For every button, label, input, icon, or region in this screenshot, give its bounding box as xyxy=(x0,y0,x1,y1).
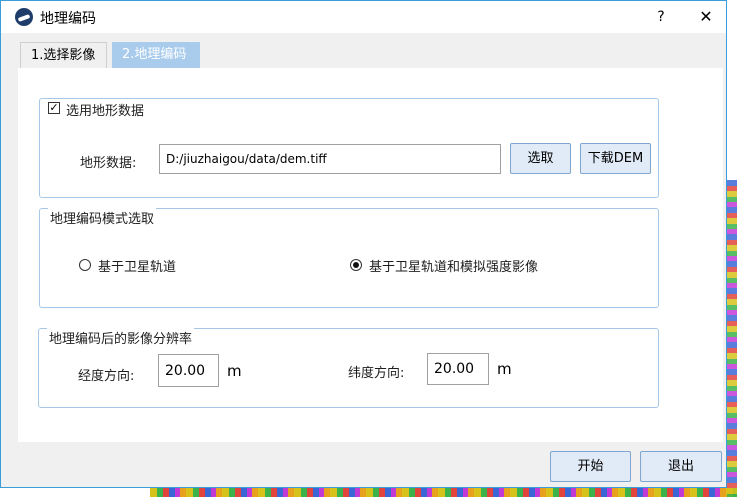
window-title: 地理编码 xyxy=(40,11,96,27)
exit-button[interactable]: 退出 xyxy=(640,451,722,482)
lon-input[interactable] xyxy=(158,354,219,387)
radio-orbit-simulated[interactable] xyxy=(350,259,362,271)
background-image-edge xyxy=(727,180,737,497)
mode-select-group: 地理编码模式选取 基于卫星轨道 基于卫星轨道和模拟强度影像 xyxy=(39,208,659,308)
terrain-field-label: 地形数据: xyxy=(80,156,137,171)
close-button[interactable]: ✕ xyxy=(691,5,721,29)
terrain-path-input[interactable] xyxy=(159,144,501,174)
radio-orbit[interactable] xyxy=(79,259,91,271)
tab-geocoding[interactable]: 2.地理编码 xyxy=(112,42,200,68)
tab-select-image[interactable]: 1.选择影像 xyxy=(20,42,107,68)
mode-group-title: 地理编码模式选取 xyxy=(48,208,157,227)
lat-unit: m xyxy=(497,360,512,378)
radio-orbit-simulated-label: 基于卫星轨道和模拟强度影像 xyxy=(369,260,539,275)
dialog-window: 地理编码 ? ✕ 1.选择影像 2.地理编码 ✓ 选用地形数据 地形数据: 选取… xyxy=(0,0,727,488)
start-button[interactable]: 开始 xyxy=(550,451,631,482)
tab-content-panel: ✓ 选用地形数据 地形数据: 选取 下载DEM 地理编码模式选取 基于卫星轨道 … xyxy=(18,68,723,442)
select-file-button[interactable]: 选取 xyxy=(510,143,571,174)
terrain-data-group: ✓ 选用地形数据 地形数据: 选取 下载DEM xyxy=(39,98,659,198)
help-button[interactable]: ? xyxy=(649,5,673,29)
lat-input[interactable] xyxy=(427,353,489,385)
title-bar: 地理编码 ? ✕ xyxy=(1,1,726,33)
resolution-group: 地理编码后的影像分辨率 经度方向: m 纬度方向: m xyxy=(38,328,659,408)
radio-orbit-label: 基于卫星轨道 xyxy=(98,260,177,275)
use-terrain-label: 选用地形数据 xyxy=(66,104,145,119)
download-dem-button[interactable]: 下载DEM xyxy=(580,143,651,174)
use-terrain-checkbox[interactable]: ✓ xyxy=(48,102,60,114)
lon-unit: m xyxy=(227,362,242,380)
lon-label: 经度方向: xyxy=(78,369,135,384)
lat-label: 纬度方向: xyxy=(348,366,405,381)
background-image-strip xyxy=(150,488,737,497)
app-icon xyxy=(15,8,33,26)
resolution-group-title: 地理编码后的影像分辨率 xyxy=(47,328,195,347)
